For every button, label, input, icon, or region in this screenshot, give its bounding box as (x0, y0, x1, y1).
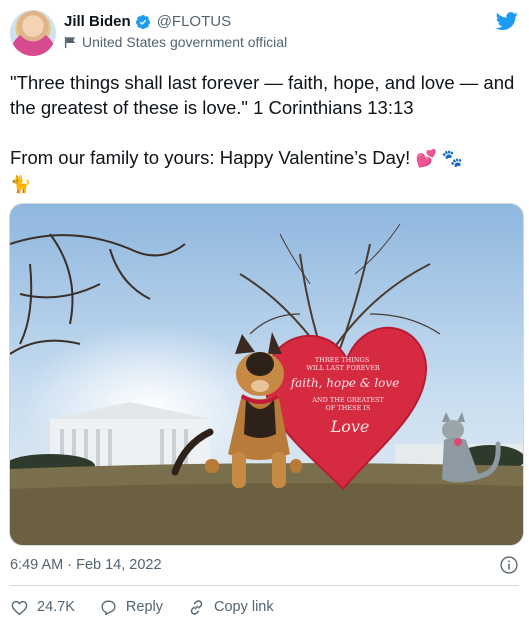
tweet-text-quote: "Three things shall last forever — faith… (10, 72, 515, 118)
affiliation-label: United States government official (82, 34, 288, 50)
twitter-bird-icon[interactable] (495, 10, 519, 32)
heart-text-4: AND THE GREATEST (311, 396, 384, 404)
flag-icon (64, 36, 76, 48)
like-count: 24.7K (37, 599, 75, 615)
heart-text-2: WILL LAST FOREVER (306, 364, 381, 372)
tweet-actions: 24.7K Reply Copy link (10, 595, 298, 619)
heart-text-1: THREE THINGS (315, 356, 369, 364)
reply-label: Reply (125, 599, 163, 615)
copy-link-button[interactable]: Copy link (187, 598, 274, 617)
like-button[interactable]: 24.7K (10, 598, 75, 617)
reply-icon (101, 599, 116, 615)
info-icon[interactable] (499, 555, 519, 575)
reply-button[interactable]: Reply (99, 598, 163, 617)
two-hearts-icon: 💕 (415, 149, 437, 168)
tweet-text: "Three things shall last forever — faith… (10, 70, 519, 197)
copy-link-label: Copy link (213, 599, 274, 615)
photo-scene: THREE THINGS WILL LAST FOREVER faith, ho… (10, 204, 523, 545)
author-handle[interactable]: @FLOTUS (157, 13, 231, 30)
verified-badge-icon (135, 14, 150, 29)
heart-text-5: OF THESE IS (326, 404, 371, 412)
tweet-text-greeting: From our family to yours: Happy Valentin… (10, 145, 519, 197)
link-icon (190, 599, 203, 615)
heart-text-3: faith, hope & love (290, 376, 400, 390)
heart-icon (11, 600, 28, 615)
tweet-photo[interactable]: THREE THINGS WILL LAST FOREVER faith, ho… (9, 203, 524, 546)
author-name[interactable]: Jill Biden (64, 13, 131, 30)
author-row: Jill Biden @FLOTUS (64, 13, 231, 30)
greeting-text: From our family to yours: Happy Valentin… (10, 147, 411, 168)
heart-text-6: Love (330, 417, 370, 436)
tweet-header: Jill Biden @FLOTUS United States governm… (10, 10, 519, 56)
avatar[interactable] (10, 10, 56, 56)
divider (10, 585, 519, 586)
affiliation-row: United States government official (64, 34, 287, 50)
cat-icon: 🐈 (10, 175, 32, 194)
paw-prints-icon: 🐾 (441, 149, 463, 168)
tweet-timestamp[interactable]: 6:49 AM · Feb 14, 2022 (10, 557, 162, 573)
